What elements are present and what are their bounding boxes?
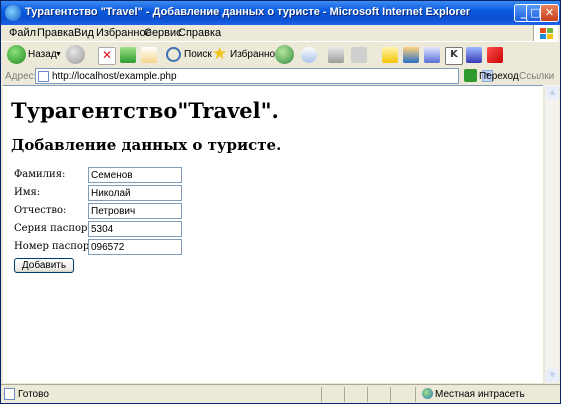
internet-explorer-icon [5,5,21,21]
favorites-star-icon[interactable]: ★ [212,45,227,63]
print-icon[interactable] [328,47,344,63]
intranet-zone-icon [422,388,433,399]
status-divider [367,387,368,402]
mail-icon[interactable] [301,47,317,63]
page-subtitle: Добавление данных о туристе. [11,136,282,154]
add-button[interactable]: Добавить [14,258,74,273]
menu-help[interactable]: Справка [178,27,221,39]
address-input[interactable]: http://localhost/example.php ▼ [35,68,493,84]
stop-icon[interactable]: ✕ [98,47,116,65]
history-icon[interactable] [275,45,294,64]
messenger-icon[interactable] [403,47,419,63]
refresh-icon[interactable] [120,47,136,63]
patronymic-field[interactable] [88,203,182,219]
page-title: Турагентство"Travel". [11,98,279,123]
browser-window: Турагентство "Travel" - Добавление данны… [0,0,561,404]
status-divider [390,387,391,402]
plugin-icon[interactable] [466,47,482,63]
menu-edit[interactable]: Правка [37,27,74,39]
go-button[interactable]: Переход [479,71,519,82]
notes-icon[interactable] [382,47,398,63]
window-title: Турагентство "Travel" - Добавление данны… [25,6,471,18]
status-divider [344,387,345,402]
research-icon[interactable] [424,47,440,63]
edit-icon[interactable] [351,47,367,63]
go-arrow-icon[interactable] [464,69,477,82]
antivirus-icon[interactable] [487,47,503,63]
surname-field[interactable] [88,167,182,183]
title-bar[interactable]: Турагентство "Travel" - Добавление данны… [1,1,560,25]
address-url[interactable]: http://localhost/example.php [52,71,177,82]
status-bar: Готово Местная интрасеть [1,384,560,403]
close-button[interactable]: ✕ [540,4,559,22]
windows-logo-icon [533,25,558,41]
forward-arrow-icon[interactable] [66,45,85,64]
scroll-up-icon[interactable]: ▲ [546,86,559,99]
back-dropdown-icon[interactable]: ▼ [55,51,62,58]
links-button[interactable]: Ссылки [519,71,554,82]
passport-number-field[interactable] [88,239,182,255]
search-button-label[interactable]: Поиск [184,49,212,60]
k-plugin-icon[interactable]: K [445,47,463,65]
name-field[interactable] [88,185,182,201]
patronymic-label: Отчество: [14,205,67,216]
menu-file[interactable]: Файл [9,27,36,39]
menu-view[interactable]: Вид [74,27,94,39]
status-divider [321,387,322,402]
scroll-down-icon[interactable]: ▼ [546,369,559,382]
toolbar: Назад ▼ ✕ Поиск ★ Избранное K [1,42,560,69]
back-arrow-icon[interactable] [7,45,26,64]
security-zone-label: Местная интрасеть [435,389,525,400]
vertical-scrollbar[interactable]: ▲ ▼ [544,85,559,383]
favorites-button-label[interactable]: Избранное [230,49,281,60]
menu-tools[interactable]: Сервис [144,27,182,39]
home-icon[interactable] [141,47,157,63]
address-bar: Адрес: http://localhost/example.php ▼ Пе… [1,68,560,85]
address-label: Адрес: [5,71,37,82]
name-label: Имя: [14,187,41,198]
menu-bar: Файл Правка Вид Избранное Сервис Справка [1,25,560,42]
status-text: Готово [18,389,49,400]
status-divider [415,387,416,402]
search-icon[interactable] [166,47,181,62]
status-page-icon [4,388,15,400]
surname-label: Фамилия: [14,169,66,180]
page-icon [38,71,49,82]
passport-series-field[interactable] [88,221,182,237]
page-viewport: Турагентство"Travel". Добавление данных … [3,85,543,383]
back-button-label[interactable]: Назад [28,49,57,60]
